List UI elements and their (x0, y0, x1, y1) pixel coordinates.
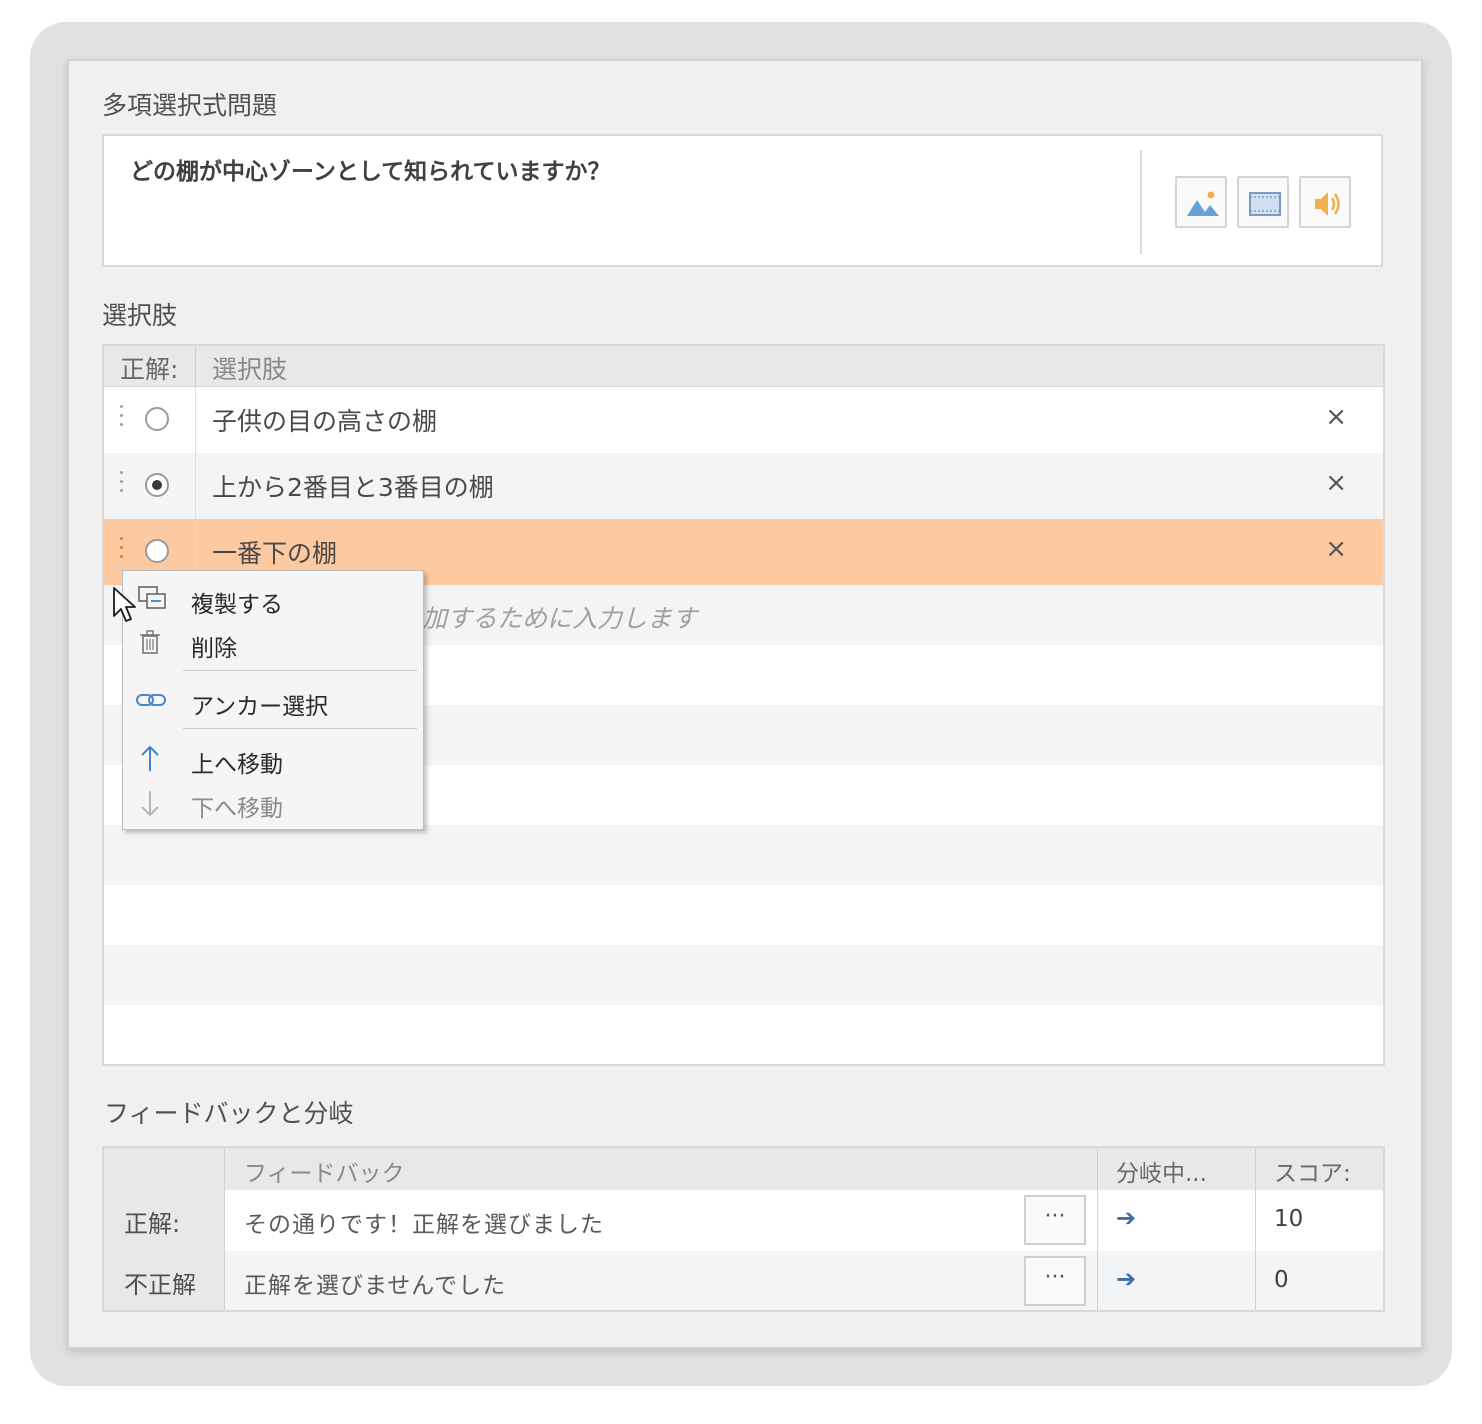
empty-row (104, 885, 1383, 945)
context-menu: 複製する 削除 アンカー選択 上へ移動 下へ移動 (122, 570, 424, 830)
remove-choice-icon[interactable]: × (1325, 468, 1347, 498)
choices-section-title: 選択肢 (102, 301, 178, 330)
trash-icon (140, 630, 160, 654)
menu-item-duplicate[interactable]: 複製する (123, 577, 423, 618)
menu-item-label: アンカー選択 (191, 694, 329, 720)
choice-label[interactable]: 一番下の棚 (212, 534, 337, 570)
feedback-section-title: フィードバックと分岐 (104, 1099, 354, 1128)
empty-row (104, 825, 1383, 885)
question-text-box[interactable]: どの棚が中心ゾーンとして知られていますか？ (102, 134, 1383, 267)
image-icon (1187, 191, 1219, 216)
remove-choice-icon[interactable]: × (1325, 534, 1347, 564)
menu-item-label: 削除 (191, 636, 237, 662)
arrow-up-icon (141, 745, 159, 771)
mouse-cursor-icon (113, 587, 136, 622)
drag-handle-icon[interactable] (120, 537, 124, 569)
header-feedback: フィードバック (244, 1161, 405, 1187)
video-icon (1249, 192, 1281, 216)
menu-item-label: 上へ移動 (191, 752, 283, 778)
score-value[interactable]: 10 (1274, 1206, 1303, 1232)
insert-image-button[interactable] (1175, 176, 1227, 228)
empty-row (104, 1005, 1383, 1064)
feedback-row-correct: 正解: その通りです！正解を選びました ··· ➔ 10 (104, 1190, 1383, 1251)
remove-choice-icon[interactable]: × (1325, 402, 1347, 432)
menu-item-anchor[interactable]: アンカー選択 (123, 679, 423, 720)
header-branch: 分岐中... (1116, 1161, 1207, 1187)
insert-audio-button[interactable] (1299, 176, 1351, 228)
insert-video-button[interactable] (1237, 176, 1289, 228)
correct-radio[interactable] (145, 407, 169, 431)
choice-label[interactable]: 上から2番目と3番目の棚 (212, 468, 494, 504)
drag-handle-icon[interactable] (120, 471, 124, 503)
branch-arrow-icon[interactable]: ➔ (1116, 1265, 1136, 1293)
header-choice: 選択肢 (212, 355, 288, 384)
feedback-more-button[interactable]: ··· (1024, 1195, 1086, 1245)
menu-item-label: 複製する (191, 592, 283, 618)
question-section-title: 多項選択式問題 (102, 91, 278, 120)
header-score: スコア: (1274, 1161, 1351, 1187)
header-correct: 正解: (120, 355, 179, 384)
menu-separator (183, 728, 417, 729)
new-choice-placeholder: 加するために入力します (422, 604, 698, 633)
choice-label[interactable]: 子供の目の高さの棚 (212, 402, 437, 438)
correct-radio[interactable] (145, 473, 169, 497)
duplicate-icon (138, 586, 166, 609)
feedback-table: フィードバック 分岐中... スコア: 正解: その通りです！正解を選びました … (102, 1146, 1385, 1312)
menu-separator (183, 670, 417, 671)
choice-row[interactable]: 子供の目の高さの棚 × (104, 387, 1383, 453)
arrow-down-icon (141, 791, 159, 817)
link-icon (136, 694, 166, 706)
choices-header: 正解: 選択肢 (104, 346, 1383, 387)
question-text[interactable]: どの棚が中心ゾーンとして知られていますか？ (130, 152, 610, 186)
menu-item-move-up[interactable]: 上へ移動 (123, 737, 423, 778)
score-value[interactable]: 0 (1274, 1267, 1289, 1293)
drag-handle-icon[interactable] (120, 405, 124, 437)
feedback-header: フィードバック 分岐中... スコア: (104, 1148, 1383, 1191)
feedback-row-incorrect: 不正解 正解を選びませんでした ··· ➔ 0 (104, 1251, 1383, 1310)
feedback-text[interactable]: その通りです！正解を選びました (244, 1205, 604, 1239)
feedback-more-button[interactable]: ··· (1024, 1256, 1086, 1306)
row-label: 正解: (104, 1190, 224, 1251)
menu-item-label: 下へ移動 (191, 796, 283, 822)
correct-radio[interactable] (145, 539, 169, 563)
audio-icon (1315, 192, 1340, 216)
question-divider (1140, 150, 1142, 254)
branch-arrow-icon[interactable]: ➔ (1116, 1204, 1136, 1232)
feedback-text[interactable]: 正解を選びませんでした (244, 1266, 506, 1300)
menu-item-move-down: 下へ移動 (123, 781, 423, 822)
choice-row[interactable]: 上から2番目と3番目の棚 × (104, 453, 1383, 519)
row-label: 不正解 (104, 1251, 224, 1310)
menu-item-delete[interactable]: 削除 (123, 621, 423, 662)
empty-row (104, 945, 1383, 1005)
